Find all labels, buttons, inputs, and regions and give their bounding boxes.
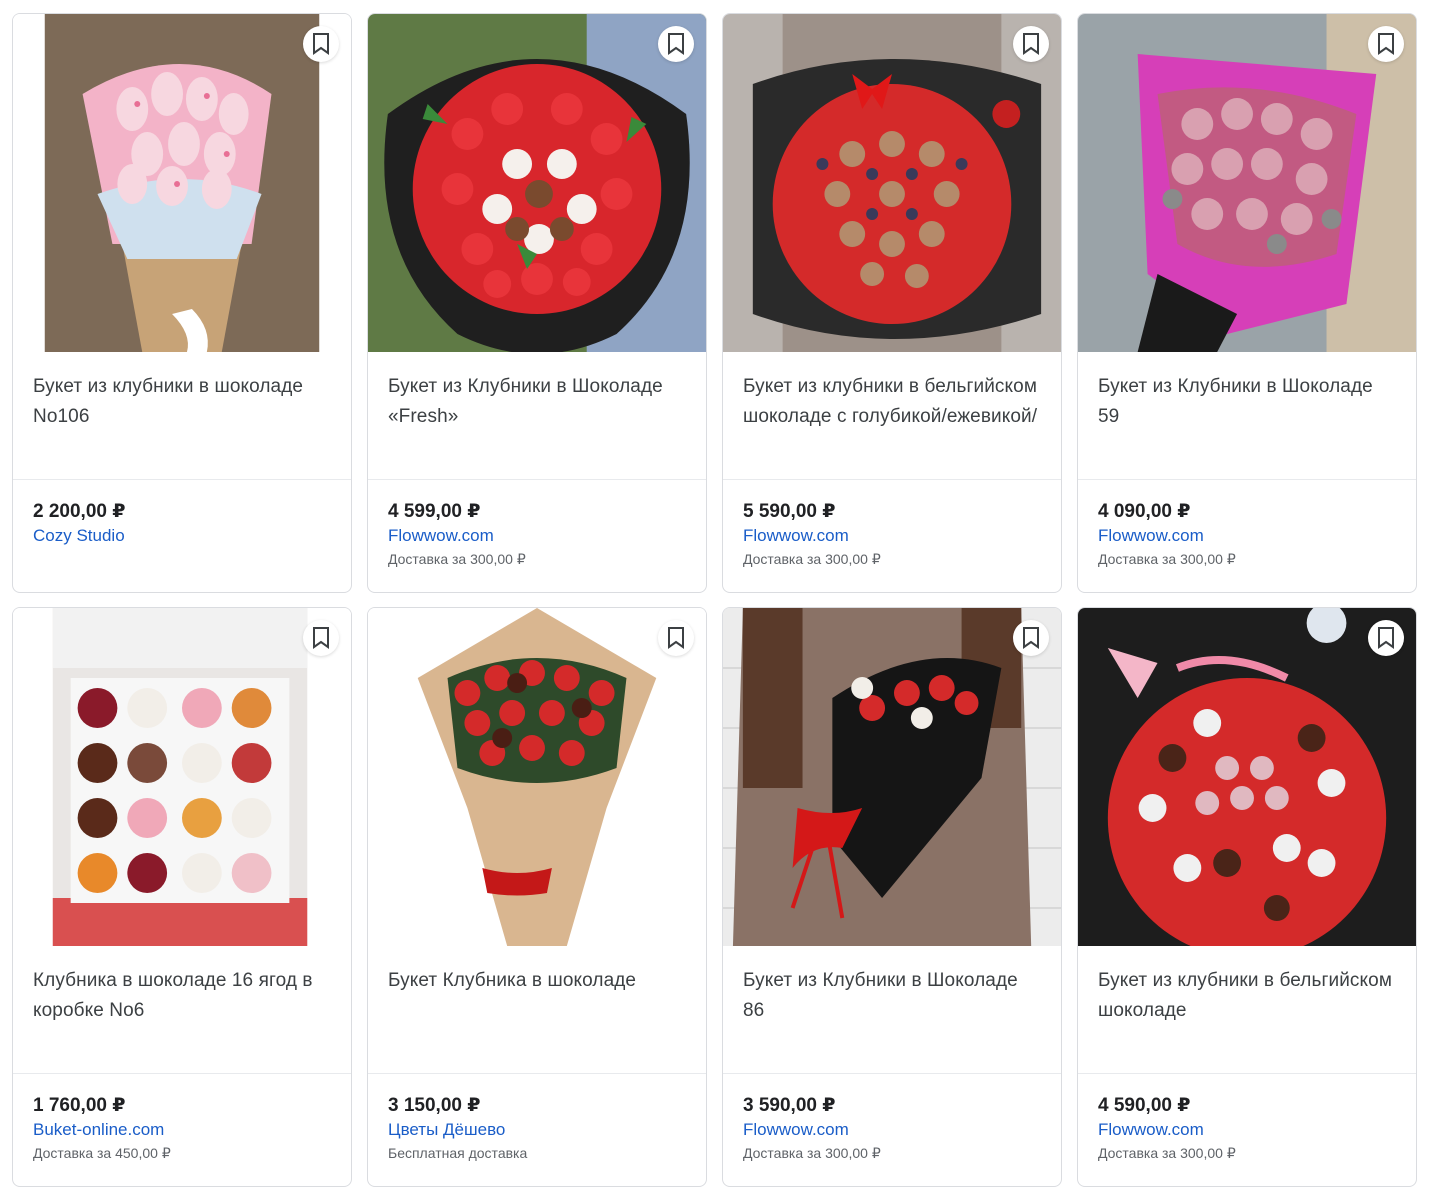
product-title[interactable]: Букет из Клубники в Шоколаде 86 bbox=[743, 966, 1041, 1026]
bookmark-icon bbox=[668, 33, 684, 55]
product-price: 4 090,00 ₽ bbox=[1098, 501, 1191, 522]
delivery-info: Доставка за 300,00 ₽ bbox=[1098, 1145, 1236, 1161]
product-title-area: Букет из Клубники в Шоколаде 59 bbox=[1078, 352, 1416, 480]
product-price: 3 150,00 ₽ bbox=[388, 1095, 481, 1116]
product-price: 1 760,00 ₽ bbox=[33, 1095, 126, 1116]
product-info: 1 760,00 ₽ Buket-online.com Доставка за … bbox=[13, 1074, 351, 1186]
product-title[interactable]: Букет из Клубники в Шоколаде «Fresh» bbox=[388, 372, 686, 432]
product-title[interactable]: Клубника в шоколаде 16 ягод в коробке No… bbox=[33, 966, 331, 1026]
bookmark-button[interactable] bbox=[1368, 620, 1404, 656]
product-card[interactable]: Клубника в шоколаде 16 ягод в коробке No… bbox=[12, 607, 352, 1187]
product-image[interactable] bbox=[723, 14, 1061, 352]
bookmark-button[interactable] bbox=[1013, 26, 1049, 62]
product-title-area: Букет из клубники в бельгийском шоколаде… bbox=[723, 352, 1061, 480]
product-title-area: Букет из Клубники в Шоколаде 86 bbox=[723, 946, 1061, 1074]
merchant-link[interactable]: Цветы Дёшево bbox=[388, 1118, 686, 1142]
bookmark-icon bbox=[1378, 33, 1394, 55]
product-title-area: Букет Клубника в шоколаде bbox=[368, 946, 706, 1074]
product-info: 3 590,00 ₽ Flowwow.com Доставка за 300,0… bbox=[723, 1074, 1061, 1186]
product-image[interactable] bbox=[1078, 14, 1416, 352]
bookmark-button[interactable] bbox=[1368, 26, 1404, 62]
merchant-link[interactable]: Flowwow.com bbox=[743, 1118, 1041, 1142]
bookmark-button[interactable] bbox=[303, 620, 339, 656]
delivery-info: Доставка за 300,00 ₽ bbox=[743, 1145, 881, 1161]
product-card[interactable]: Букет из Клубники в Шоколаде 59 4 090,00… bbox=[1077, 13, 1417, 593]
delivery-info: Доставка за 450,00 ₽ bbox=[33, 1145, 171, 1161]
product-image[interactable] bbox=[368, 14, 706, 352]
product-image[interactable] bbox=[13, 14, 351, 352]
product-price: 5 590,00 ₽ bbox=[743, 501, 836, 522]
product-title-area: Букет из клубники в бельгийском шоколаде bbox=[1078, 946, 1416, 1074]
product-info: 3 150,00 ₽ Цветы Дёшево Бесплатная доста… bbox=[368, 1074, 706, 1186]
product-info: 4 599,00 ₽ Flowwow.com Доставка за 300,0… bbox=[368, 480, 706, 592]
product-card[interactable]: Букет из клубники в шоколаде No106 2 200… bbox=[12, 13, 352, 593]
product-info: 4 590,00 ₽ Flowwow.com Доставка за 300,0… bbox=[1078, 1074, 1416, 1186]
product-price: 4 590,00 ₽ bbox=[1098, 1095, 1191, 1116]
product-card[interactable]: Букет Клубника в шоколаде 3 150,00 ₽ Цве… bbox=[367, 607, 707, 1187]
product-card[interactable]: Букет из Клубники в Шоколаде 86 3 590,00… bbox=[722, 607, 1062, 1187]
merchant-link[interactable]: Cozy Studio bbox=[33, 524, 331, 548]
product-info: 2 200,00 ₽ Cozy Studio bbox=[13, 480, 351, 592]
product-title[interactable]: Букет из клубники в бельгийском шоколаде… bbox=[743, 372, 1041, 432]
bookmark-icon bbox=[313, 627, 329, 649]
merchant-link[interactable]: Buket-online.com bbox=[33, 1118, 331, 1142]
delivery-info: Доставка за 300,00 ₽ bbox=[1098, 551, 1236, 567]
product-title[interactable]: Букет из Клубники в Шоколаде 59 bbox=[1098, 372, 1396, 432]
bookmark-icon bbox=[1378, 627, 1394, 649]
bookmark-icon bbox=[668, 627, 684, 649]
product-title-area: Клубника в шоколаде 16 ягод в коробке No… bbox=[13, 946, 351, 1074]
merchant-link[interactable]: Flowwow.com bbox=[743, 524, 1041, 548]
delivery-info: Доставка за 300,00 ₽ bbox=[743, 551, 881, 567]
bookmark-icon bbox=[1023, 33, 1039, 55]
bookmark-button[interactable] bbox=[1013, 620, 1049, 656]
merchant-link[interactable]: Flowwow.com bbox=[1098, 524, 1396, 548]
bookmark-button[interactable] bbox=[658, 26, 694, 62]
product-info: 4 090,00 ₽ Flowwow.com Доставка за 300,0… bbox=[1078, 480, 1416, 592]
product-info: 5 590,00 ₽ Flowwow.com Доставка за 300,0… bbox=[723, 480, 1061, 592]
product-price: 2 200,00 ₽ bbox=[33, 501, 126, 522]
product-image[interactable] bbox=[723, 608, 1061, 946]
product-image[interactable] bbox=[1078, 608, 1416, 946]
product-card[interactable]: Букет из клубники в бельгийском шоколаде… bbox=[1077, 607, 1417, 1187]
delivery-info: Доставка за 300,00 ₽ bbox=[388, 551, 526, 567]
delivery-info: Бесплатная доставка bbox=[388, 1145, 528, 1161]
bookmark-icon bbox=[313, 33, 329, 55]
product-title[interactable]: Букет Клубника в шоколаде bbox=[388, 966, 686, 996]
product-grid: Букет из клубники в шоколаде No106 2 200… bbox=[12, 13, 1417, 1187]
product-price: 3 590,00 ₽ bbox=[743, 1095, 836, 1116]
product-title-area: Букет из клубники в шоколаде No106 bbox=[13, 352, 351, 480]
merchant-link[interactable]: Flowwow.com bbox=[1098, 1118, 1396, 1142]
product-title-area: Букет из Клубники в Шоколаде «Fresh» bbox=[368, 352, 706, 480]
product-card[interactable]: Букет из клубники в бельгийском шоколаде… bbox=[722, 13, 1062, 593]
bookmark-button[interactable] bbox=[658, 620, 694, 656]
product-image[interactable] bbox=[368, 608, 706, 946]
merchant-link[interactable]: Flowwow.com bbox=[388, 524, 686, 548]
bookmark-button[interactable] bbox=[303, 26, 339, 62]
product-image[interactable] bbox=[13, 608, 351, 946]
product-card[interactable]: Букет из Клубники в Шоколаде «Fresh» 4 5… bbox=[367, 13, 707, 593]
product-title[interactable]: Букет из клубники в бельгийском шоколаде bbox=[1098, 966, 1396, 1026]
product-price: 4 599,00 ₽ bbox=[388, 501, 481, 522]
product-title[interactable]: Букет из клубники в шоколаде No106 bbox=[33, 372, 331, 432]
bookmark-icon bbox=[1023, 627, 1039, 649]
